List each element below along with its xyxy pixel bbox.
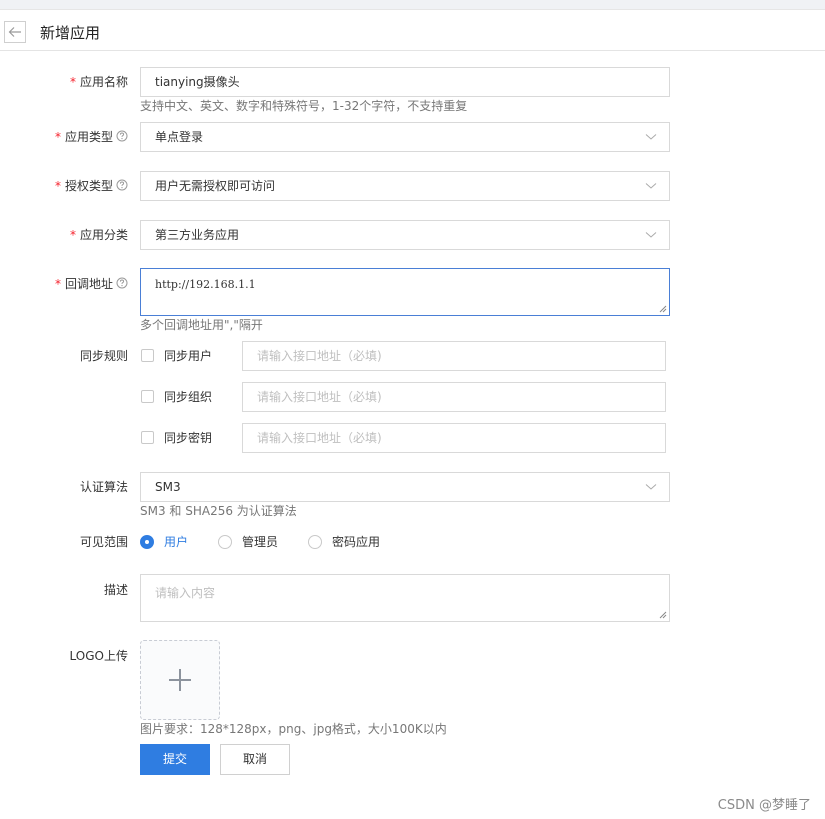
algorithm-select[interactable]: SM3 — [140, 472, 670, 502]
app-type-value: 单点登录 — [155, 130, 204, 144]
chevron-down-icon — [645, 134, 657, 140]
help-icon[interactable] — [116, 130, 128, 146]
sync-org-label: 同步组织 — [164, 390, 213, 404]
auth-type-select[interactable]: 用户无需授权即可访问 — [140, 171, 670, 201]
chevron-down-icon — [645, 232, 657, 238]
scope-label: 可见范围 — [79, 535, 128, 549]
page-header: 新增应用 — [0, 10, 825, 51]
scope-admin-label[interactable]: 管理员 — [242, 534, 278, 550]
required-mark: * — [54, 130, 61, 144]
auth-type-label: * 授权类型 — [0, 178, 128, 194]
sync-key-input[interactable]: 请输入接口地址（必填) — [242, 423, 666, 453]
sync-label: 同步规则 — [79, 349, 128, 363]
auth-type-value: 用户无需授权即可访问 — [155, 179, 276, 193]
required-mark: * — [54, 179, 61, 193]
scope-user-radio[interactable] — [140, 535, 154, 549]
logo-hint: 图片要求：128*128px，png、jpg格式，大小100K以内 — [140, 722, 447, 736]
logo-label: LOGO上传 — [69, 649, 128, 663]
scope-crypto-app-label[interactable]: 密码应用 — [332, 534, 380, 550]
app-name-input[interactable]: tianying摄像头 — [140, 67, 670, 97]
cancel-button[interactable]: 取消 — [220, 744, 290, 775]
help-icon[interactable] — [116, 179, 128, 195]
submit-button[interactable]: 提交 — [140, 744, 210, 775]
help-icon[interactable] — [116, 277, 128, 293]
sync-key-checkbox[interactable] — [141, 431, 154, 444]
resize-handle-icon[interactable] — [659, 611, 667, 619]
app-name-hint: 支持中文、英文、数字和特殊符号，1-32个字符，不支持重复 — [140, 99, 468, 113]
required-mark: * — [69, 75, 76, 89]
app-category-select[interactable]: 第三方业务应用 — [140, 220, 670, 250]
description-textarea[interactable]: 请输入内容 — [140, 574, 670, 622]
plus-icon — [169, 669, 191, 691]
description-placeholder: 请输入内容 — [155, 586, 216, 600]
chevron-down-icon — [645, 484, 657, 490]
top-strip — [0, 0, 825, 10]
required-mark: * — [69, 228, 76, 242]
sync-user-input[interactable]: 请输入接口地址（必填) — [242, 341, 666, 371]
app-type-label: * 应用类型 — [0, 129, 128, 145]
algorithm-hint: SM3 和 SHA256 为认证算法 — [140, 504, 297, 518]
algorithm-label: 认证算法 — [79, 480, 128, 494]
scope-admin-radio[interactable] — [218, 535, 232, 549]
sync-org-input[interactable]: 请输入接口地址（必填) — [242, 382, 666, 412]
app-category-label: * 应用分类 — [69, 228, 128, 242]
scope-user-label[interactable]: 用户 — [164, 534, 188, 550]
page-title: 新增应用 — [40, 24, 101, 42]
callback-hint: 多个回调地址用","隔开 — [140, 318, 263, 332]
app-category-value: 第三方业务应用 — [155, 228, 240, 242]
callback-label: * 回调地址 — [0, 276, 128, 292]
logo-upload[interactable] — [140, 640, 220, 720]
resize-handle-icon[interactable] — [659, 305, 667, 313]
scope-crypto-app-radio[interactable] — [308, 535, 322, 549]
app-name-label: * 应用名称 — [69, 75, 128, 89]
callback-value: http://192.168.1.1 — [155, 278, 256, 291]
sync-key-label: 同步密钥 — [164, 431, 213, 445]
required-mark: * — [54, 277, 61, 291]
sync-user-checkbox[interactable] — [141, 349, 154, 362]
callback-textarea[interactable]: http://192.168.1.1 — [140, 268, 670, 316]
sync-user-label: 同步用户 — [164, 349, 213, 363]
sync-org-checkbox[interactable] — [141, 390, 154, 403]
app-type-select[interactable]: 单点登录 — [140, 122, 670, 152]
watermark: CSDN @梦睡了 — [717, 798, 811, 813]
back-button[interactable] — [4, 21, 26, 43]
description-label: 描述 — [103, 583, 128, 597]
arrow-left-icon — [8, 27, 21, 37]
chevron-down-icon — [645, 183, 657, 189]
algorithm-value: SM3 — [155, 480, 181, 494]
